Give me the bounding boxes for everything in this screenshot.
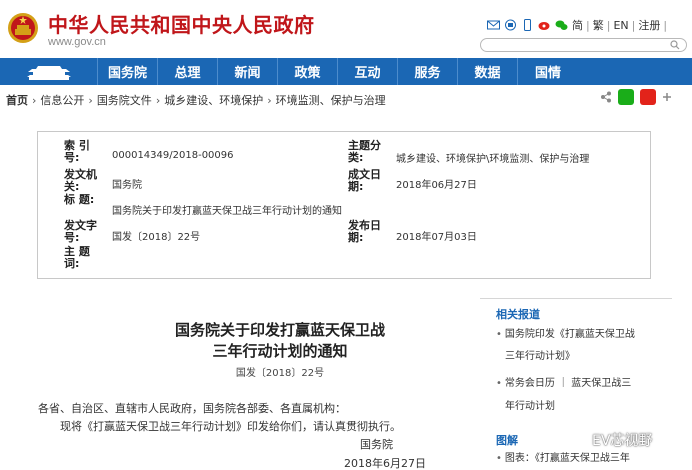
title-label: 标 题:: [64, 193, 95, 206]
docno-label: 发文字号:: [64, 219, 97, 244]
breadcrumb-item[interactable]: 环境监测、保护与治理: [276, 92, 386, 108]
document-info-table: 索 引 号: 000014349/2018-00096 主题分类: 城乡建设、环…: [37, 131, 651, 279]
topic-label: 主题分类:: [348, 139, 381, 164]
bullet: •: [496, 453, 502, 464]
related-link[interactable]: • 常务会日历 ｜ 蓝天保卫战三: [496, 373, 631, 395]
article-paragraph: 现将《打赢蓝天保卫战三年行动计划》印发给你们，请认真贯彻执行。: [60, 420, 401, 433]
article-signature: 国务院: [360, 438, 393, 451]
search-input[interactable]: [489, 45, 669, 57]
nav-item-state-council[interactable]: 国务院: [98, 58, 158, 85]
wechat-watermark-icon: [566, 432, 588, 448]
issuer-value: 国务院: [112, 180, 142, 191]
related-link-cont[interactable]: 三年行动计划》: [505, 346, 575, 368]
bullet: •: [496, 378, 502, 389]
breadcrumb-home[interactable]: 首页: [6, 92, 28, 108]
site-header: 中华人民共和国中央人民政府 www.gov.cn 简 | 繁 | EN | 注册…: [0, 0, 692, 58]
graphic-heading: 图解: [496, 434, 518, 447]
chevron-right-icon: ›: [32, 93, 37, 107]
issuer-label: 发文机关:: [64, 168, 97, 193]
nav-item-policy[interactable]: 政策: [278, 58, 338, 85]
divider: |: [663, 18, 668, 32]
topic-value: 城乡建设、环境保护\环境监测、保护与治理: [396, 154, 590, 165]
traditional-link[interactable]: 繁: [593, 17, 604, 33]
nav-item-premier[interactable]: 总理: [158, 58, 218, 85]
chevron-right-icon: ›: [267, 93, 272, 107]
index-label: 索 引 号:: [64, 139, 90, 164]
share-bar: [600, 89, 672, 105]
main-nav: 国务院 总理 新闻 政策 互动 服务 数据 国情: [0, 58, 692, 85]
article-paragraph: 各省、自治区、直辖市人民政府，国务院各部委、各直属机构：: [38, 402, 346, 415]
graphic-link[interactable]: • 图表：《打赢蓝天保卫战三年: [496, 448, 630, 470]
mail-icon[interactable]: [487, 19, 500, 31]
breadcrumb-item[interactable]: 国务院文件: [97, 92, 152, 108]
weibo-icon[interactable]: [538, 19, 551, 31]
nav-item-service[interactable]: 服务: [398, 58, 458, 85]
date-label: 成文日期:: [348, 168, 381, 193]
sidebar-divider: [480, 298, 672, 299]
related-link[interactable]: • 国务院印发《打赢蓝天保卫战: [496, 324, 635, 346]
search-box[interactable]: [480, 38, 687, 57]
docno-value: 国发〔2018〕22号: [112, 232, 201, 243]
nav-home[interactable]: [0, 58, 98, 85]
pub-date-value: 2018年07月03日: [396, 232, 477, 243]
index-value: 000014349/2018-00096: [112, 150, 234, 161]
tiananmen-icon: [26, 65, 71, 80]
divider: |: [586, 18, 590, 32]
breadcrumb-item[interactable]: 信息公开: [40, 92, 84, 108]
wechat-icon[interactable]: [555, 19, 568, 31]
divider: |: [606, 18, 611, 32]
english-link[interactable]: EN: [613, 19, 628, 32]
wechat-share-icon[interactable]: [618, 89, 634, 105]
chevron-right-icon: ›: [88, 93, 93, 107]
watermark-text: EV芯视野: [592, 433, 653, 449]
divider: |: [631, 18, 636, 32]
register-link[interactable]: 注册: [638, 17, 660, 33]
article-date: 2018年6月27日: [344, 457, 426, 470]
article-doc-number: 国发〔2018〕22号: [235, 368, 325, 379]
site-title[interactable]: 中华人民共和国中央人民政府: [48, 9, 315, 38]
simplified-link[interactable]: 简: [572, 17, 583, 33]
nav-item-data[interactable]: 数据: [458, 58, 518, 85]
mobile-icon[interactable]: [521, 19, 534, 31]
utility-links: 简 | 繁 | EN | 注册 |: [487, 17, 670, 33]
rss-icon[interactable]: [504, 19, 517, 31]
related-heading: 相关报道: [496, 308, 540, 321]
bullet: •: [496, 329, 502, 340]
plus-icon[interactable]: [662, 92, 672, 102]
search-icon[interactable]: [670, 40, 680, 50]
nav-item-national[interactable]: 国情: [518, 58, 578, 85]
pub-date-label: 发布日期:: [348, 219, 381, 244]
nav-item-interact[interactable]: 互动: [338, 58, 398, 85]
national-emblem-icon[interactable]: [7, 10, 39, 46]
watermark: EV芯视野: [566, 430, 652, 450]
title-value: 国务院关于印发打赢蓝天保卫战三年行动计划的通知: [112, 206, 342, 217]
date-value: 2018年06月27日: [396, 180, 477, 191]
chevron-right-icon: ›: [155, 93, 161, 107]
related-link-cont[interactable]: 年行动计划: [505, 396, 555, 418]
nav-item-news[interactable]: 新闻: [218, 58, 278, 85]
breadcrumb: 首页 › 信息公开 › 国务院文件 › 城乡建设、环境保护 › 环境监测、保护与…: [6, 92, 386, 108]
share-icon[interactable]: [600, 91, 612, 103]
article-title-line1: 国务院关于印发打赢蓝天保卫战: [174, 321, 385, 339]
article-title-line2: 三年行动计划的通知: [212, 342, 348, 360]
breadcrumb-item[interactable]: 城乡建设、环境保护: [164, 92, 263, 108]
weibo-share-icon[interactable]: [640, 89, 656, 105]
site-domain: www.gov.cn: [48, 36, 106, 48]
subject-label: 主 题 词:: [64, 245, 90, 270]
